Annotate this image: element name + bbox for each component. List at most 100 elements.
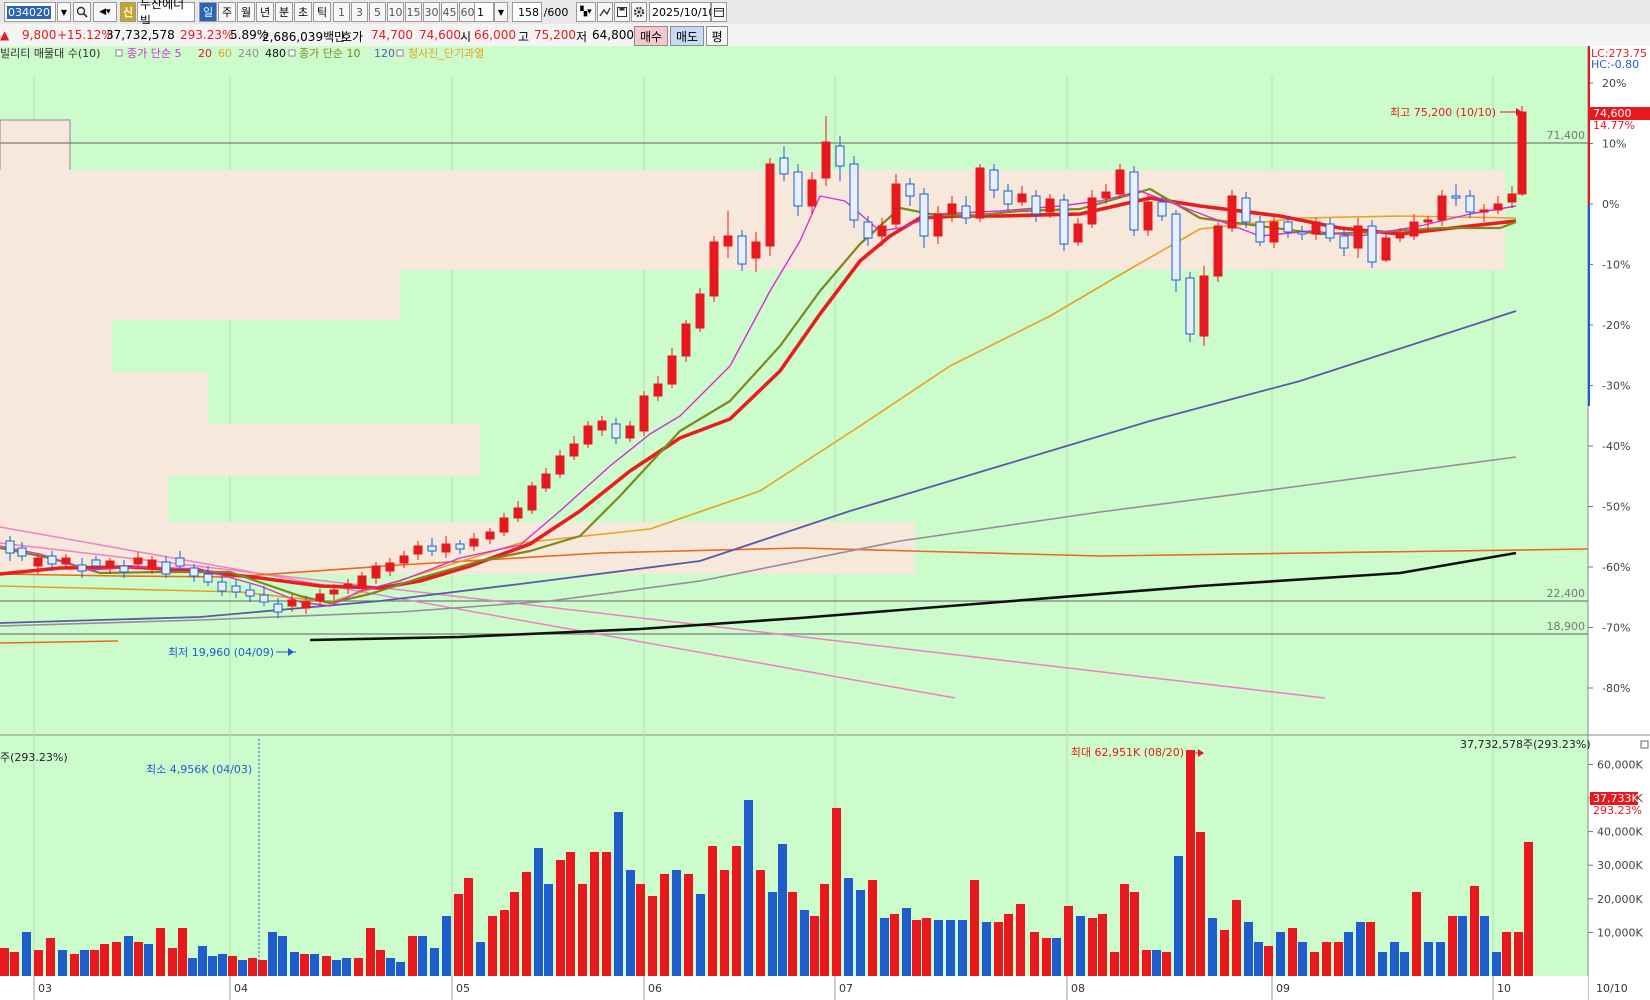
candle-body[interactable] — [499, 517, 509, 533]
interval-button-5[interactable]: 5 — [369, 2, 386, 22]
candle-body[interactable] — [779, 157, 789, 175]
volume-bar[interactable] — [868, 880, 877, 976]
candle-body[interactable] — [329, 589, 339, 595]
volume-bar[interactable] — [408, 936, 417, 976]
volume-bar[interactable] — [1142, 950, 1151, 976]
candle-body[interactable] — [1003, 190, 1013, 205]
volume-bar[interactable] — [144, 944, 153, 976]
candle-body[interactable] — [709, 241, 719, 297]
volume-bar[interactable] — [880, 918, 889, 976]
volume-bar[interactable] — [566, 852, 575, 976]
volume-bar[interactable] — [1120, 884, 1129, 976]
period-tab-5[interactable]: 초 — [294, 2, 312, 22]
volume-bar[interactable] — [112, 942, 121, 976]
volume-bar[interactable] — [756, 870, 765, 976]
candle-body[interactable] — [301, 601, 311, 609]
count-input[interactable]: 158 — [512, 2, 542, 22]
candle-body[interactable] — [455, 543, 465, 550]
volume-bar[interactable] — [912, 920, 921, 976]
volume-bar[interactable] — [1436, 942, 1445, 976]
volume-bar[interactable] — [1152, 950, 1161, 976]
candle-body[interactable] — [1115, 169, 1125, 195]
volume-bar[interactable] — [1042, 938, 1051, 976]
period-tab-3[interactable]: 년 — [256, 2, 274, 22]
candle-body[interactable] — [273, 603, 283, 613]
volume-bar[interactable] — [1174, 856, 1183, 976]
candle-body[interactable] — [1227, 195, 1237, 229]
volume-bar[interactable] — [590, 852, 599, 976]
volume-bar[interactable] — [1232, 900, 1241, 976]
volume-bar[interactable] — [1016, 904, 1025, 976]
volume-bar[interactable] — [1162, 952, 1171, 976]
save-icon[interactable] — [614, 2, 630, 22]
volume-bar[interactable] — [322, 956, 331, 976]
candle-body[interactable] — [905, 183, 915, 197]
candle-body[interactable] — [1045, 198, 1055, 213]
candle-body[interactable] — [751, 241, 761, 259]
candle-body[interactable] — [1031, 195, 1041, 215]
volume-bar[interactable] — [1424, 942, 1433, 976]
volume-bar[interactable] — [178, 928, 187, 976]
interval-button-10[interactable]: 10 — [387, 2, 404, 22]
volume-bar[interactable] — [1098, 914, 1107, 976]
candle-body[interactable] — [385, 562, 395, 572]
volume-bar[interactable] — [832, 808, 841, 976]
candle-body[interactable] — [147, 559, 157, 569]
period-tab-4[interactable]: 분 — [275, 2, 293, 22]
volume-bar[interactable] — [332, 960, 341, 976]
unit-input[interactable]: 1 — [474, 2, 494, 22]
volume-bar[interactable] — [970, 880, 979, 976]
candle-body[interactable] — [737, 235, 747, 265]
candle-body[interactable] — [583, 425, 593, 445]
candle-body[interactable] — [1409, 221, 1419, 237]
candle-body[interactable] — [357, 575, 367, 587]
candle-body[interactable] — [765, 163, 775, 247]
candle-body[interactable] — [1297, 231, 1307, 235]
volume-bar[interactable] — [1076, 916, 1085, 976]
volume-bar[interactable] — [188, 958, 197, 976]
volume-bar[interactable] — [1220, 930, 1229, 976]
volume-bar[interactable] — [1052, 938, 1061, 976]
volume-bar[interactable] — [1186, 750, 1195, 976]
volume-bar[interactable] — [544, 884, 553, 976]
interval-button-15[interactable]: 15 — [405, 2, 422, 22]
trend-icon[interactable] — [597, 2, 613, 22]
interval-button-3[interactable]: 3 — [351, 2, 368, 22]
candle-body[interactable] — [1493, 203, 1503, 211]
candle-body[interactable] — [527, 485, 537, 511]
candle-body[interactable] — [653, 383, 663, 397]
candle-body[interactable] — [821, 141, 831, 179]
volume-bar[interactable] — [476, 942, 485, 976]
volume-bar[interactable] — [454, 894, 463, 976]
candle-body[interactable] — [189, 567, 199, 577]
volume-bar[interactable] — [124, 936, 133, 976]
candle-body[interactable] — [231, 585, 241, 593]
volume-bar[interactable] — [168, 948, 177, 976]
candle-body[interactable] — [245, 589, 255, 597]
candle-body[interactable] — [1311, 221, 1321, 235]
chart-options-icon[interactable]: ▚▾ — [576, 2, 596, 22]
candle-body[interactable] — [1101, 191, 1111, 199]
volume-bar[interactable] — [228, 956, 237, 976]
volume-bar[interactable] — [0, 948, 9, 976]
volume-bar[interactable] — [488, 916, 497, 976]
volume-bar[interactable] — [534, 848, 543, 976]
volume-bar[interactable] — [1458, 916, 1467, 976]
volume-bar[interactable] — [1356, 922, 1365, 976]
candle-body[interactable] — [793, 171, 803, 207]
volume-bar[interactable] — [300, 954, 309, 976]
volume-bar[interactable] — [80, 950, 89, 976]
volume-bar[interactable] — [310, 954, 319, 976]
volume-bar[interactable] — [1310, 952, 1319, 976]
volume-bar[interactable] — [820, 884, 829, 976]
candle-body[interactable] — [1129, 171, 1139, 231]
volume-bar[interactable] — [958, 920, 967, 976]
volume-bar[interactable] — [934, 920, 943, 976]
volume-bar[interactable] — [1514, 932, 1523, 976]
candle-body[interactable] — [807, 179, 817, 207]
candle-body[interactable] — [1199, 275, 1209, 337]
volume-bar[interactable] — [1502, 932, 1511, 976]
candle-body[interactable] — [469, 538, 479, 547]
volume-bar[interactable] — [1130, 892, 1139, 976]
volume-bar[interactable] — [354, 958, 363, 976]
